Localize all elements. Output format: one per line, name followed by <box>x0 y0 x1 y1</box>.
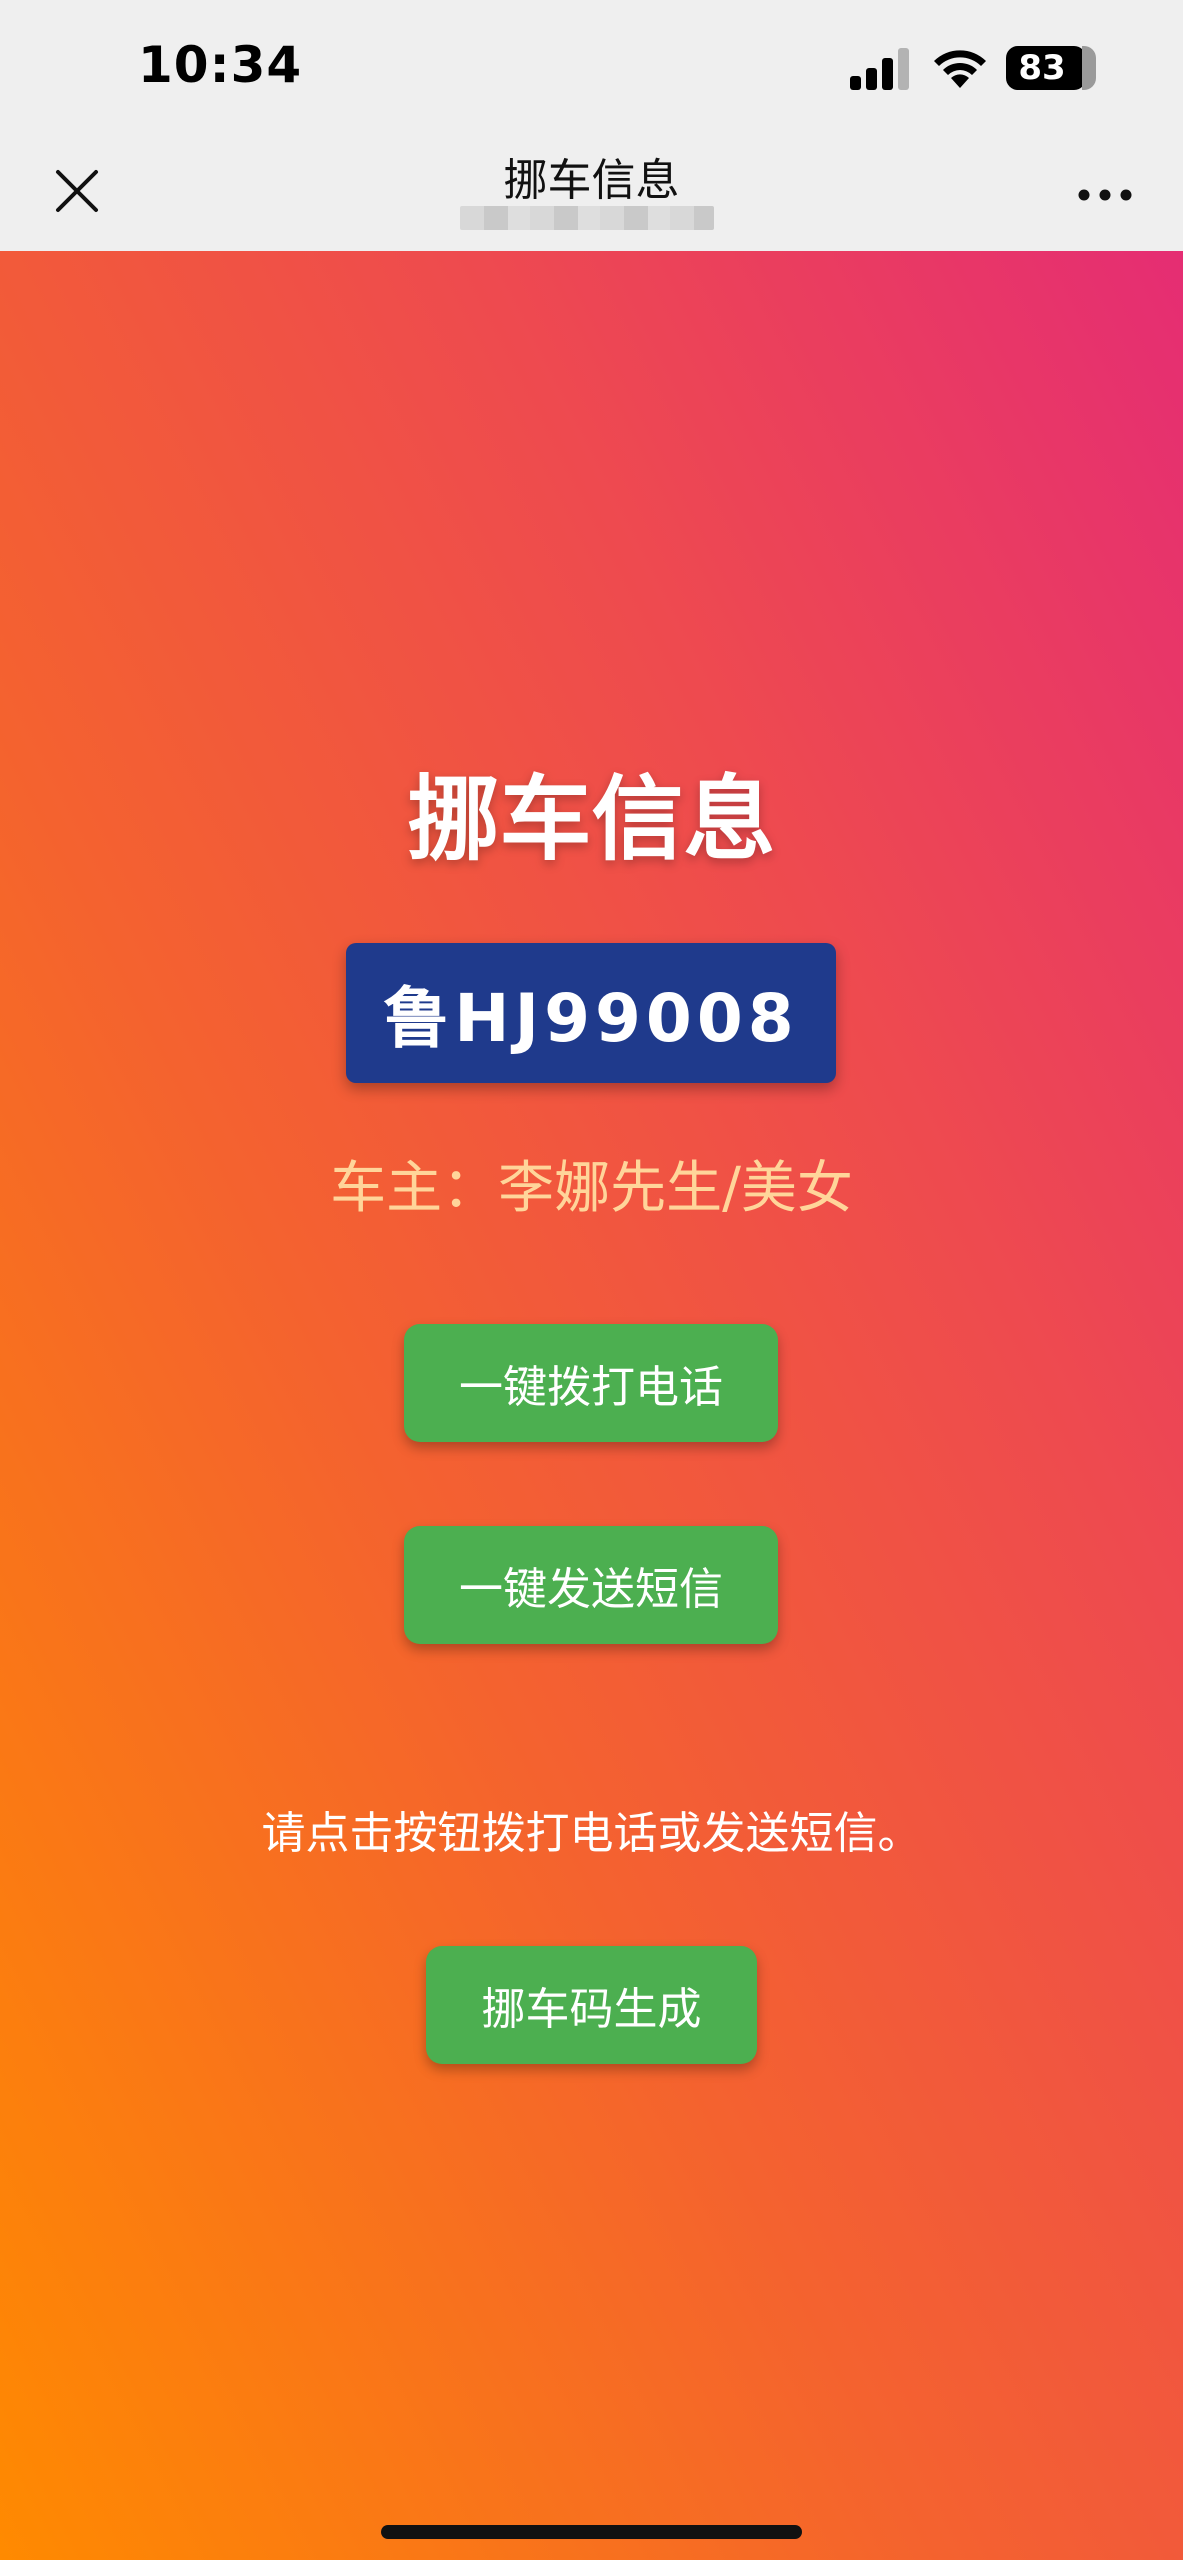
hint-text: 请点击按钮拨打电话或发送短信。 <box>261 1808 922 1859</box>
wifi-icon <box>934 50 986 88</box>
battery-level: 83 <box>1018 48 1066 88</box>
home-indicator[interactable] <box>381 2525 802 2539</box>
license-plate: 鲁HJ99008 <box>346 943 836 1083</box>
generate-code-button[interactable]: 挪车码生成 <box>426 1946 757 2064</box>
more-icon[interactable] <box>1078 188 1132 202</box>
main-content: 挪车信息 鲁HJ99008 车主：李娜先生/美女 一键拨打电话 一键发送短信 请… <box>0 251 1183 2560</box>
status-bar: 10:34 83 <box>0 0 1183 138</box>
status-time: 10:34 <box>138 36 303 94</box>
page-title: 挪车信息 <box>407 766 776 873</box>
nav-title: 挪车信息 <box>503 155 680 206</box>
battery-icon: 83 <box>1006 46 1096 90</box>
nav-subtitle-blurred <box>460 206 714 230</box>
sms-button[interactable]: 一键发送短信 <box>404 1526 778 1644</box>
owner-name: 车主：李娜先生/美女 <box>330 1156 853 1221</box>
nav-bar: 挪车信息 <box>0 138 1183 251</box>
signal-icon <box>850 48 909 90</box>
battery-tip <box>1090 60 1096 76</box>
call-button[interactable]: 一键拨打电话 <box>404 1324 778 1442</box>
